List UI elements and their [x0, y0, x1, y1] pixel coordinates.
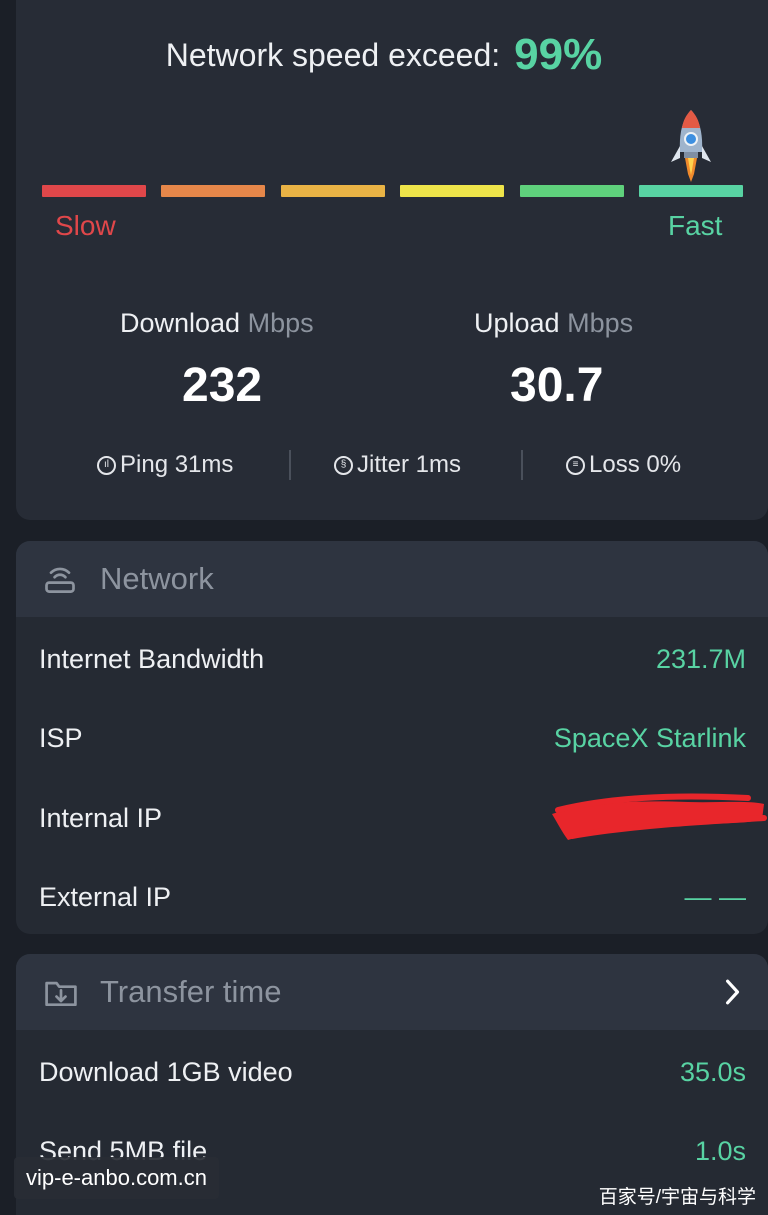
external-ip-label: External IP: [39, 882, 172, 912]
upload-value: 30.7: [510, 359, 604, 412]
ping-text: Ping 31ms: [120, 451, 234, 478]
jitter-icon: §: [334, 455, 353, 475]
download-label-text: Download: [120, 308, 241, 338]
ping-stat: ıl Ping 31ms: [97, 451, 233, 479]
watermark-right: 百家号/宇宙与科学: [598, 1187, 756, 1208]
send-file-value: 1.0s: [694, 1136, 746, 1166]
speed-exceed-heading: Network speed exceed: 99%: [0, 30, 768, 80]
download-video-value: 35.0s: [679, 1057, 746, 1087]
network-card: Network Internet Bandwidth 231.7M ISP Sp…: [16, 541, 768, 934]
upload-label-text: Upload: [474, 308, 560, 338]
isp-label: ISP: [39, 723, 83, 753]
scale-segment: [42, 185, 146, 197]
stat-divider: [521, 450, 523, 480]
exceed-label: Network speed exceed:: [165, 37, 501, 73]
jitter-stat: § Jitter 1ms: [334, 451, 461, 479]
download-value: 232: [182, 359, 263, 412]
transfer-time-title: Transfer time: [100, 974, 282, 1009]
ping-icon: ıl: [97, 455, 116, 475]
upload-unit: Mbps: [567, 308, 634, 338]
watermark-left: vip-e-anbo.com.cn: [14, 1157, 219, 1199]
bandwidth-value: 231.7M: [655, 644, 746, 674]
isp-value: SpaceX Starlink: [553, 723, 746, 753]
download-video-label: Download 1GB video: [39, 1057, 293, 1087]
router-icon: [45, 567, 75, 593]
redaction-scribble: [552, 793, 767, 840]
exceed-percent: 99%: [514, 30, 603, 79]
transfer-time-header[interactable]: Transfer time: [16, 954, 768, 1030]
loss-text: Loss 0%: [589, 451, 682, 478]
loss-stat: ≡ Loss 0%: [566, 451, 681, 479]
internal-ip-label: Internal IP: [39, 803, 163, 833]
jitter-text: Jitter 1ms: [357, 451, 462, 478]
download-unit: Mbps: [247, 308, 314, 338]
upload-label: Upload Mbps: [474, 308, 633, 339]
loss-icon: ≡: [566, 455, 585, 475]
stat-divider: [289, 450, 291, 480]
scale-segment: [281, 185, 385, 197]
external-ip-value: — —: [684, 882, 746, 912]
scale-segment: [400, 185, 504, 197]
bandwidth-label: Internet Bandwidth: [39, 644, 265, 674]
scale-segment: [520, 185, 624, 197]
scale-segment: [639, 185, 743, 197]
rocket-icon: [671, 110, 711, 182]
chevron-right-icon[interactable]: [724, 978, 742, 1006]
scale-slow-label: Slow: [55, 210, 116, 241]
folder-download-icon: [45, 981, 77, 1007]
scale-segment: [161, 185, 265, 197]
network-title: Network: [100, 561, 214, 596]
scale-fast-label: Fast: [668, 210, 723, 241]
download-label: Download Mbps: [120, 308, 314, 339]
network-header: Network: [16, 541, 768, 617]
